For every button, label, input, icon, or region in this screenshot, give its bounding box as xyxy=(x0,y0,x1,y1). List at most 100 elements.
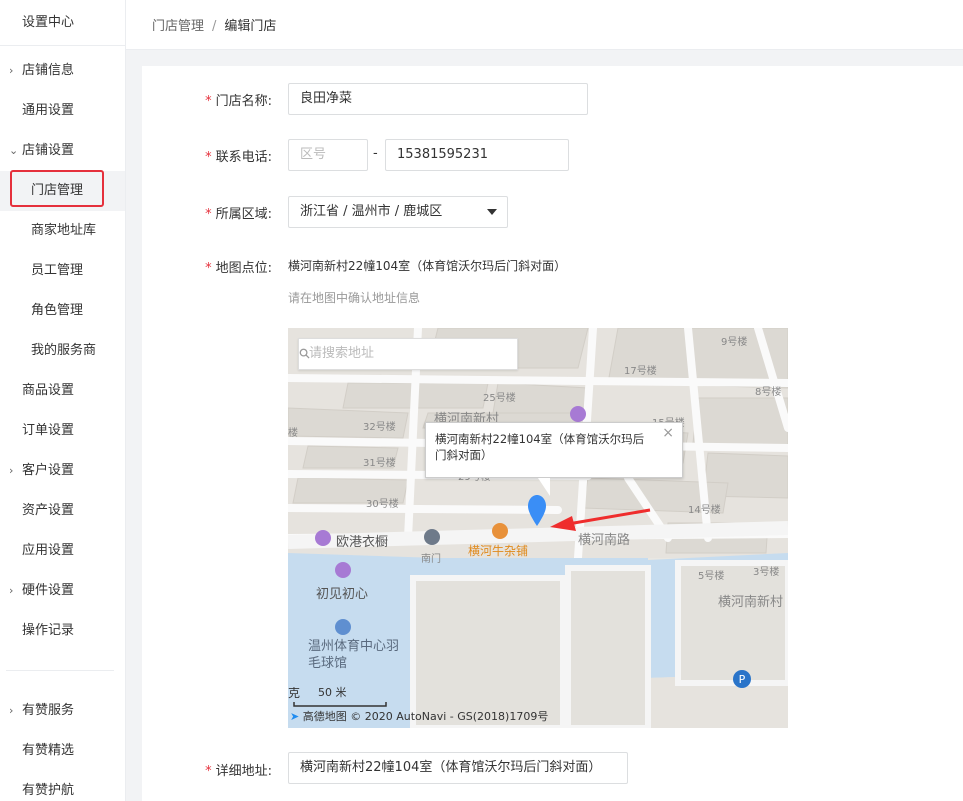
sidebar-item-staff[interactable]: 员工管理 xyxy=(0,251,125,291)
map-label: 30号楼 xyxy=(366,499,399,510)
map-label: 31号楼 xyxy=(363,458,396,469)
detail-address-input[interactable]: 横河南新村22幢104室（体育馆沃尔玛后门斜对面） xyxy=(288,752,628,784)
chevron-right-icon: › xyxy=(9,64,14,77)
map-poi-label: 横河牛杂铺 xyxy=(468,544,529,558)
breadcrumb-separator: / xyxy=(212,19,217,34)
map-search-input[interactable]: 请搜索地址 xyxy=(298,338,518,370)
sidebar-item-store-info[interactable]: › 店铺信息 xyxy=(0,51,125,91)
map-info-window: 横河南新村22幢104室（体育馆沃尔玛后门斜对面） × xyxy=(425,422,683,478)
sidebar-item-label: 商品设置 xyxy=(22,383,75,398)
edit-store-form: * 门店名称: 良田净菜 * 联系电话: 区号 - 15381595231 * 所属区… xyxy=(142,66,963,801)
sidebar-item-label: 我的服务商 xyxy=(31,343,97,358)
sidebar-item-youzan-selection[interactable]: 有赞精选 xyxy=(0,731,125,771)
map-label: 8号楼 xyxy=(755,387,782,398)
sidebar-item-product-settings[interactable]: 商品设置 xyxy=(0,371,125,411)
sidebar-item-label: 操作记录 xyxy=(22,623,75,638)
sidebar-item-label: 商家地址库 xyxy=(31,223,97,238)
sidebar-item-app-settings[interactable]: 应用设置 xyxy=(0,531,125,571)
sidebar-item-label: 客户设置 xyxy=(22,463,75,478)
chevron-down-icon: ⌄ xyxy=(9,144,19,157)
chevron-right-icon: › xyxy=(9,704,14,717)
sidebar-item-label: 有赞护航 xyxy=(22,783,75,798)
map-info-window-tail xyxy=(538,478,550,496)
map-label: 17号楼 xyxy=(624,366,657,377)
map-search-placeholder: 请搜索地址 xyxy=(309,346,375,361)
map-poi-label: 初见初心 xyxy=(316,587,369,602)
store-name-label: * 门店名称: xyxy=(205,94,272,109)
map-copyright: ➤ 高德地图 © 2020 AutoNavi - GS(2018)1709号 xyxy=(290,708,548,724)
map-point-address: 横河南新村22幢104室（体育馆沃尔玛后门斜对面） xyxy=(288,259,567,273)
close-icon[interactable]: × xyxy=(662,425,674,441)
sidebar-item-order-settings[interactable]: 订单设置 xyxy=(0,411,125,451)
breadcrumb-link-store-management[interactable]: 门店管理 xyxy=(152,19,204,34)
required-mark: * xyxy=(205,150,212,165)
map-label: 克 xyxy=(288,686,301,700)
phone-label: * 联系电话: xyxy=(205,150,272,165)
sidebar-item-label: 店铺信息 xyxy=(22,63,75,78)
sidebar-item-label: 应用设置 xyxy=(22,543,75,558)
required-mark: * xyxy=(205,207,212,222)
sidebar-item-label: 角色管理 xyxy=(31,303,84,318)
phone-dash: - xyxy=(373,146,378,161)
sidebar-item-service-providers[interactable]: 我的服务商 xyxy=(0,331,125,371)
region-select[interactable]: 浙江省 / 温州市 / 鹿城区 xyxy=(288,196,508,228)
breadcrumb-current: 编辑门店 xyxy=(224,19,277,34)
sidebar-item-label: 有赞服务 xyxy=(22,703,75,718)
map-label: 楼 xyxy=(288,428,298,439)
breadcrumb: 门店管理 / 编辑门店 xyxy=(152,15,276,34)
map-label: 南门 xyxy=(421,554,441,565)
sidebar-item-operation-log[interactable]: 操作记录 xyxy=(0,611,125,651)
map-road-label: 横河南路 xyxy=(578,533,631,548)
sidebar-item-address-library[interactable]: 商家地址库 xyxy=(0,211,125,251)
required-mark: * xyxy=(205,261,212,276)
search-icon[interactable] xyxy=(299,348,310,359)
required-mark: * xyxy=(205,94,212,109)
map-label: 25号楼 xyxy=(483,393,516,404)
map-label: 32号楼 xyxy=(363,422,396,433)
map-label: 3号楼 xyxy=(753,567,780,578)
detail-address-label: * 详细地址: xyxy=(205,764,272,779)
map-label: 14号楼 xyxy=(688,505,721,516)
map-point-label: * 地图点位: xyxy=(205,261,272,276)
sidebar-item-youzan-escort[interactable]: 有赞护航 xyxy=(0,771,125,801)
chevron-right-icon: › xyxy=(9,464,14,477)
chevron-right-icon: › xyxy=(9,584,14,597)
map-view[interactable]: P 请搜索地址 9号楼 17号楼 8号楼 25号楼 横河南新村 32号楼 楼 1… xyxy=(288,328,788,728)
map-copyright-text: 高德地图 © 2020 AutoNavi - GS(2018)1709号 xyxy=(302,710,549,723)
sidebar-item-general-settings[interactable]: 通用设置 xyxy=(0,91,125,131)
sidebar-item-label: 员工管理 xyxy=(31,263,84,278)
sidebar-item-customer-settings[interactable]: › 客户设置 xyxy=(0,451,125,491)
sidebar-item-roles[interactable]: 角色管理 xyxy=(0,291,125,331)
phone-number-input[interactable]: 15381595231 xyxy=(385,139,569,171)
region-select-value: 浙江省 / 温州市 / 鹿城区 xyxy=(300,204,443,219)
sidebar-item-youzan-service[interactable]: › 有赞服务 xyxy=(0,691,125,731)
caret-down-icon xyxy=(487,209,497,215)
store-name-input[interactable]: 良田净菜 xyxy=(288,83,588,115)
map-poi-label: 温州体育中心羽毛球馆 xyxy=(308,639,400,671)
sidebar-item-hardware-settings[interactable]: › 硬件设置 xyxy=(0,571,125,611)
sidebar-item-label: 资产设置 xyxy=(22,503,75,518)
amap-logo-icon: ➤ xyxy=(290,710,300,723)
highlight-annotation-box xyxy=(10,170,104,207)
required-mark: * xyxy=(205,764,212,779)
page-header: 门店管理 / 编辑门店 xyxy=(126,0,963,50)
map-label: 横河南新村 xyxy=(718,595,784,610)
sidebar-item-label: 通用设置 xyxy=(22,103,75,118)
svg-text:P: P xyxy=(739,673,746,686)
sidebar-item-label: 有赞精选 xyxy=(22,743,75,758)
sidebar-title: 设置中心 xyxy=(0,0,125,46)
sidebar-item-asset-settings[interactable]: 资产设置 xyxy=(0,491,125,531)
sidebar: 设置中心 › 店铺信息 通用设置 ⌄ 店铺设置 门店管理 商家地址库 员工管理 … xyxy=(0,0,126,801)
map-poi-label: 欧港衣橱 xyxy=(336,535,389,550)
map-hint: 请在地图中确认地址信息 xyxy=(288,291,421,305)
sidebar-divider xyxy=(6,670,114,671)
region-label: * 所属区域: xyxy=(205,207,272,222)
area-code-input[interactable]: 区号 xyxy=(288,139,368,171)
map-scale: 50 米 xyxy=(318,686,347,699)
sidebar-item-label: 硬件设置 xyxy=(22,583,75,598)
map-label: 5号楼 xyxy=(698,571,725,582)
map-info-text: 横河南新村22幢104室（体育馆沃尔玛后门斜对面） xyxy=(435,432,645,462)
sidebar-item-label: 店铺设置 xyxy=(22,143,75,158)
sidebar-item-label: 订单设置 xyxy=(22,423,75,438)
sidebar-item-store-settings[interactable]: ⌄ 店铺设置 xyxy=(0,131,125,171)
